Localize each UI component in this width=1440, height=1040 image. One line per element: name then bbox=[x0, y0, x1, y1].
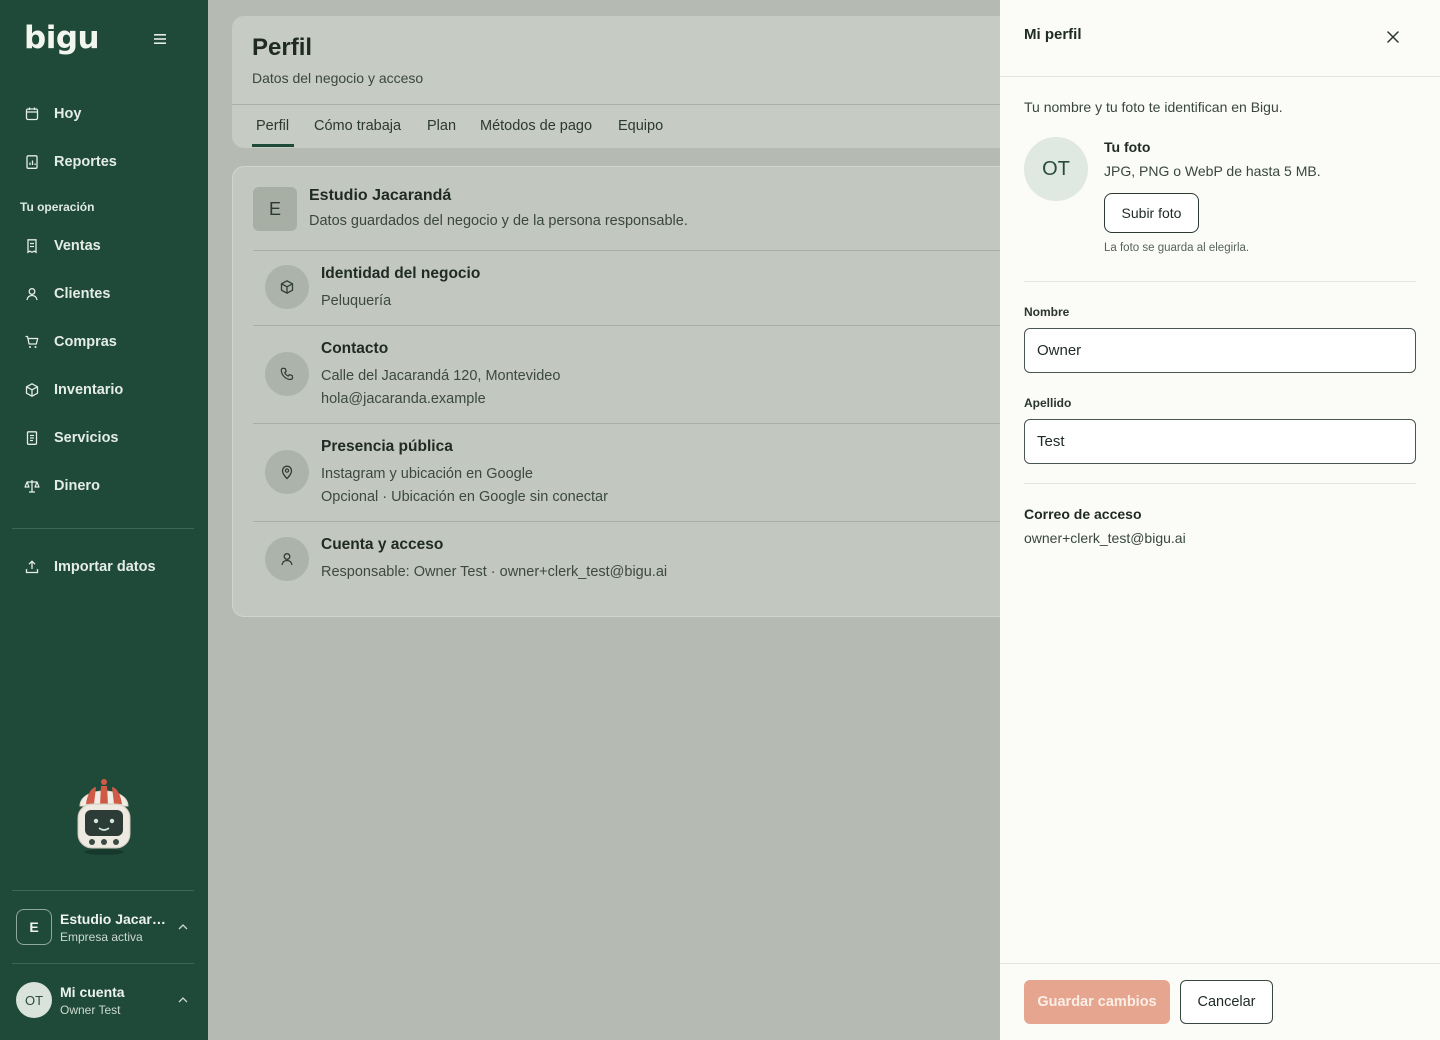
sidebar-item-label: Hoy bbox=[54, 106, 82, 122]
divider bbox=[253, 423, 1025, 424]
sidebar-item-importar[interactable]: Importar datos bbox=[24, 555, 156, 579]
section-line: Peluquería bbox=[321, 293, 392, 309]
box-icon bbox=[25, 383, 39, 397]
scale-icon bbox=[24, 480, 40, 493]
calendar-icon bbox=[25, 107, 39, 121]
drawer-title: Mi perfil bbox=[1024, 26, 1082, 43]
section-title: Cuenta y acceso bbox=[321, 536, 444, 553]
company-name: Estudio Jacarandá bbox=[60, 911, 172, 927]
page-subtitle: Datos del negocio y acceso bbox=[252, 70, 424, 86]
bigu-logo[interactable]: bigu bbox=[24, 20, 100, 56]
email-label: Correo de acceso bbox=[1024, 506, 1142, 522]
sidebar-divider bbox=[12, 528, 194, 529]
save-button[interactable]: Guardar cambios bbox=[1024, 980, 1170, 1024]
section-line: Instagram y ubicación en Google bbox=[321, 466, 533, 482]
phone-icon bbox=[265, 352, 309, 396]
page-title: Perfil bbox=[252, 34, 313, 61]
upload-icon bbox=[25, 560, 39, 574]
location-pin-icon bbox=[265, 450, 309, 494]
avatar: OT bbox=[1024, 137, 1088, 201]
sidebar-item-ventas[interactable]: Ventas bbox=[24, 234, 101, 258]
sidebar-item-label: Inventario bbox=[54, 382, 124, 398]
sidebar-item-servicios[interactable]: Servicios bbox=[24, 426, 119, 450]
business-badge: E bbox=[253, 187, 297, 231]
page-header: Perfil Datos del negocio y acceso Perfil… bbox=[232, 16, 1024, 148]
sidebar-item-label: Ventas bbox=[54, 238, 101, 254]
sidebar-item-reportes[interactable]: Reportes bbox=[24, 150, 117, 174]
section-line: Responsable: Owner Test · owner+clerk_te… bbox=[321, 564, 668, 580]
report-icon bbox=[26, 155, 38, 169]
divider bbox=[253, 325, 1025, 326]
divider bbox=[232, 104, 1024, 105]
company-status: Empresa activa bbox=[60, 930, 143, 944]
section-title: Presencia pública bbox=[321, 438, 453, 455]
section-line: Calle del Jacarandá 120, Montevideo bbox=[321, 368, 561, 384]
sidebar-item-label: Reportes bbox=[54, 154, 117, 170]
main-content-overlayed: Perfil Datos del negocio y acceso Perfil… bbox=[208, 0, 1025, 1040]
section-title: Identidad del negocio bbox=[321, 265, 481, 282]
sidebar-item-dinero[interactable]: Dinero bbox=[24, 474, 100, 498]
tab-metodos-de-pago[interactable]: Métodos de pago bbox=[480, 118, 592, 134]
upload-photo-button[interactable]: Subir foto bbox=[1104, 193, 1199, 233]
account-name: Owner Test bbox=[60, 1003, 121, 1017]
business-profile-card: E Estudio Jacarandá Datos guardados del … bbox=[232, 166, 1025, 617]
divider bbox=[253, 521, 1025, 522]
business-name: Estudio Jacarandá bbox=[309, 187, 452, 204]
tab-equipo[interactable]: Equipo bbox=[618, 118, 663, 134]
last-name-field[interactable] bbox=[1024, 419, 1416, 464]
hamburger-menu-icon[interactable] bbox=[152, 32, 168, 46]
sidebar-divider bbox=[12, 963, 194, 964]
cancel-button[interactable]: Cancelar bbox=[1180, 980, 1273, 1024]
sidebar-item-label: Importar datos bbox=[54, 559, 156, 575]
sidebar-item-label: Clientes bbox=[54, 286, 111, 302]
sidebar-item-hoy[interactable]: Hoy bbox=[24, 102, 81, 126]
sidebar-item-label: Servicios bbox=[54, 430, 119, 446]
chevron-up-icon[interactable] bbox=[178, 924, 188, 930]
document-icon bbox=[26, 431, 38, 445]
profile-drawer: Mi perfil Tu nombre y tu foto te identif… bbox=[1000, 0, 1440, 1040]
divider bbox=[1000, 76, 1440, 77]
first-name-field[interactable] bbox=[1024, 328, 1416, 373]
divider bbox=[1000, 963, 1440, 964]
close-icon[interactable] bbox=[1386, 30, 1400, 44]
chevron-up-icon[interactable] bbox=[178, 997, 188, 1003]
section-line: Opcional · Ubicación en Google sin conec… bbox=[321, 489, 608, 505]
user-icon bbox=[265, 537, 309, 581]
divider bbox=[253, 250, 1025, 251]
cart-icon bbox=[25, 335, 39, 348]
user-icon bbox=[26, 288, 38, 301]
drawer-intro: Tu nombre y tu foto te identifican en Bi… bbox=[1024, 99, 1283, 115]
photo-label: Tu foto bbox=[1104, 139, 1151, 155]
sidebar-divider bbox=[12, 890, 194, 891]
business-description: Datos guardados del negocio y de la pers… bbox=[309, 213, 688, 229]
active-tab-indicator bbox=[252, 144, 294, 147]
tab-plan[interactable]: Plan bbox=[427, 118, 456, 134]
email-value: owner+clerk_test@bigu.ai bbox=[1024, 530, 1186, 546]
sidebar-item-clientes[interactable]: Clientes bbox=[24, 282, 110, 306]
tab-como-trabaja[interactable]: Cómo trabaja bbox=[314, 118, 401, 134]
box-icon bbox=[265, 265, 309, 309]
sidebar-item-compras[interactable]: Compras bbox=[24, 330, 117, 354]
company-badge: E bbox=[16, 909, 52, 945]
receipt-icon bbox=[27, 239, 37, 254]
divider bbox=[1024, 281, 1416, 282]
sidebar-item-label: Dinero bbox=[54, 478, 100, 494]
last-name-label: Apellido bbox=[1024, 396, 1072, 410]
mascot-robot-illustration bbox=[77, 779, 131, 855]
section-title-operacion: Tu operación bbox=[20, 200, 95, 214]
avatar: OT bbox=[16, 982, 52, 1018]
section-line: hola@jacaranda.example bbox=[321, 391, 486, 407]
section-title: Contacto bbox=[321, 340, 389, 357]
photo-hint: JPG, PNG o WebP de hasta 5 MB. bbox=[1104, 163, 1321, 179]
tab-perfil[interactable]: Perfil bbox=[256, 118, 289, 134]
sidebar-item-inventario[interactable]: Inventario bbox=[24, 378, 123, 402]
sidebar-item-label: Compras bbox=[54, 334, 117, 350]
sidebar: bigu Hoy Reportes Tu operación Ventas Cl… bbox=[0, 0, 208, 1040]
account-title: Mi cuenta bbox=[60, 984, 125, 1000]
photo-note: La foto se guarda al elegirla. bbox=[1104, 242, 1250, 254]
divider bbox=[1024, 483, 1416, 484]
first-name-label: Nombre bbox=[1024, 305, 1070, 319]
